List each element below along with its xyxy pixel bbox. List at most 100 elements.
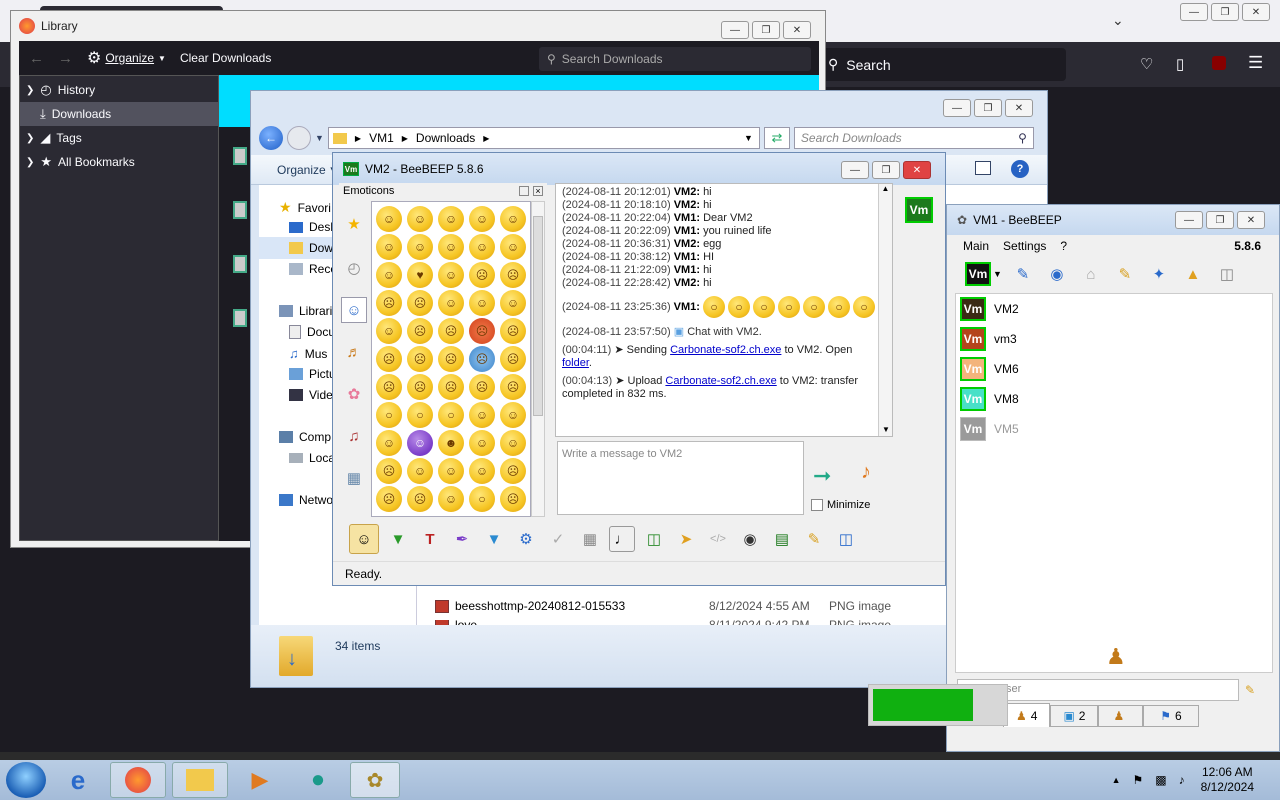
emoticon[interactable]: ☹: [500, 262, 526, 288]
address-bar[interactable]: ▶ VM1 ▶ Downloads ▶ ▼: [327, 127, 760, 149]
pocket-icon[interactable]: ♡: [1140, 55, 1153, 73]
media-player-icon[interactable]: ▶: [234, 762, 286, 798]
back-icon[interactable]: ←: [29, 50, 44, 67]
tab-groups[interactable]: ♟: [1098, 705, 1144, 727]
emoticon[interactable]: ☺: [469, 206, 495, 232]
emoticon[interactable]: ☺: [376, 262, 402, 288]
green-notification-bar[interactable]: [868, 684, 1008, 726]
speaker-icon[interactable]: ♬: [341, 339, 367, 365]
breadcrumb-vm1[interactable]: VM1: [369, 131, 394, 145]
emoticon[interactable]: ☹: [500, 318, 526, 344]
save-chat-icon[interactable]: ◫: [641, 526, 667, 552]
emoticon[interactable]: ☺: [438, 262, 464, 288]
nav-item-recent[interactable]: Rece: [289, 262, 337, 276]
maximize-button[interactable]: ❐: [752, 21, 780, 39]
vm2-avatar[interactable]: Vm: [905, 197, 933, 223]
note-icon[interactable]: ✎: [801, 526, 827, 552]
refresh-button[interactable]: ⇄: [763, 127, 790, 149]
maximize-button[interactable]: ❐: [1206, 211, 1234, 229]
nav-item-network[interactable]: Netwo: [279, 493, 333, 507]
tray-expand-icon[interactable]: ▲: [1112, 775, 1121, 785]
sidebar-item-tags[interactable]: ❯ ◢ Tags: [20, 126, 218, 150]
close-button[interactable]: ✕: [903, 161, 931, 179]
emoticon[interactable]: ☹: [469, 346, 495, 372]
user-item-vm8[interactable]: Vm VM8: [956, 384, 1272, 414]
send-button[interactable]: ➞: [813, 463, 843, 489]
emoticon[interactable]: ☺: [407, 458, 433, 484]
emoticon[interactable]: ○: [376, 402, 402, 428]
emoticon[interactable]: ☹: [500, 458, 526, 484]
chat-app-icon[interactable]: ●: [292, 762, 344, 798]
emoticon[interactable]: ☺: [407, 234, 433, 260]
file-row[interactable]: beesshottmp-20240812-015533 8/12/2024 4:…: [435, 599, 895, 613]
organize-button[interactable]: Organize: [277, 163, 326, 177]
settings-icon[interactable]: ⚙: [513, 526, 539, 552]
nav-item-desktop[interactable]: Desk: [289, 220, 336, 234]
flower-icon[interactable]: ✿: [341, 381, 367, 407]
emoticon[interactable]: ☺: [469, 458, 495, 484]
file-link[interactable]: Carbonate-sof2.ch.exe: [670, 344, 781, 356]
flag-icon[interactable]: ⚑: [1133, 773, 1144, 787]
emoticon[interactable]: ☹: [438, 318, 464, 344]
emoticon[interactable]: ☹: [407, 290, 433, 316]
maximize-button[interactable]: ❐: [1211, 3, 1239, 21]
tools-icon[interactable]: ✦: [1146, 261, 1172, 287]
ublock-icon[interactable]: [1212, 56, 1226, 70]
emoticon[interactable]: ☺: [407, 206, 433, 232]
emoticon[interactable]: ☺: [438, 206, 464, 232]
font-icon[interactable]: T: [417, 526, 443, 552]
chat-scrollbar[interactable]: ▲ ▼: [878, 184, 892, 436]
people-tab-icon[interactable]: ☺: [341, 297, 367, 323]
emoticon[interactable]: ☹: [438, 374, 464, 400]
scroll-up-icon[interactable]: ▲: [879, 184, 892, 193]
emoticon[interactable]: ☺: [500, 402, 526, 428]
close-button[interactable]: ✕: [1005, 99, 1033, 117]
green-arrow-icon[interactable]: ▼: [385, 526, 411, 552]
internet-explorer-icon[interactable]: e: [52, 762, 104, 798]
minimize-button[interactable]: —: [721, 21, 749, 39]
emoticon[interactable]: ♥: [407, 262, 433, 288]
emoticon[interactable]: ☻: [438, 430, 464, 456]
broadcast-icon[interactable]: ◉: [1044, 261, 1070, 287]
emoticon[interactable]: ○: [407, 402, 433, 428]
menu-icon[interactable]: ☰: [1248, 53, 1263, 73]
emoticon[interactable]: ☺: [469, 430, 495, 456]
tab-users[interactable]: ♟ 4: [1003, 703, 1051, 727]
chevron-down-icon[interactable]: ▼: [993, 269, 1002, 279]
menu-settings[interactable]: Settings: [1003, 239, 1046, 253]
chevron-down-icon[interactable]: ▼: [315, 133, 324, 143]
emoticon[interactable]: ☹: [438, 346, 464, 372]
clipboard-icon[interactable]: ♩: [609, 526, 635, 552]
close-button[interactable]: ✕: [1242, 3, 1270, 21]
nav-item-favorites[interactable]: ★ Favori: [279, 199, 331, 216]
chevron-down-icon[interactable]: ⌄: [1112, 12, 1124, 29]
sidebar-item-downloads[interactable]: ⤓ Downloads: [20, 102, 218, 126]
emoticon[interactable]: ☹: [376, 346, 402, 372]
nav-item-videos[interactable]: Vide: [289, 388, 333, 402]
extensions-icon[interactable]: ▯: [1176, 55, 1184, 73]
nav-item-music[interactable]: ♫ Mus: [289, 346, 327, 361]
emoticon[interactable]: ○: [469, 486, 495, 512]
emoticon[interactable]: ☺: [407, 430, 433, 456]
volume-icon[interactable]: ♪: [1179, 773, 1185, 787]
clock-icon[interactable]: ◴: [341, 255, 367, 281]
breadcrumb-downloads[interactable]: Downloads: [416, 131, 475, 145]
emoticon[interactable]: ☹: [376, 374, 402, 400]
menu-help[interactable]: ?: [1060, 239, 1067, 253]
emoticon[interactable]: ☹: [376, 290, 402, 316]
help-icon[interactable]: ?: [1011, 160, 1029, 178]
emoticon[interactable]: ☹: [500, 486, 526, 512]
nav-item-documents[interactable]: Docu: [289, 325, 335, 339]
user-item-vm5[interactable]: Vm VM5: [956, 414, 1272, 444]
clock[interactable]: 12:06 AM 8/12/2024: [1201, 765, 1254, 795]
emoticon-scrollbar[interactable]: [531, 201, 545, 517]
nav-item-pictures[interactable]: Pictu: [289, 367, 336, 381]
voice-icon[interactable]: ▤: [769, 526, 795, 552]
emoticon[interactable]: ☺: [469, 402, 495, 428]
emoticon[interactable]: ☹: [376, 486, 402, 512]
emoticon[interactable]: ☺: [438, 234, 464, 260]
user-item-vm6[interactable]: Vm VM6: [956, 354, 1272, 384]
emoticon[interactable]: ☹: [407, 346, 433, 372]
emoticon[interactable]: ☺: [469, 290, 495, 316]
emoticon[interactable]: ☺: [469, 234, 495, 260]
